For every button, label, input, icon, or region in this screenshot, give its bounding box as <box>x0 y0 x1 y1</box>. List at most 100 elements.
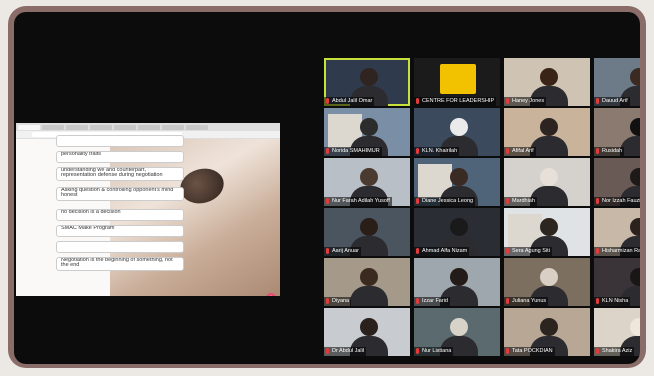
participant-name: Nur Farah Adilah Yusoff <box>324 197 392 206</box>
participant-head <box>630 268 640 286</box>
participant-head <box>360 268 378 286</box>
mic-muted-icon <box>326 98 329 104</box>
answer-text: personality traits <box>61 151 102 157</box>
participant-name: Abdul Jalil Omar <box>324 97 375 106</box>
browser-tab[interactable] <box>42 125 64 130</box>
answer-card: SMAC Make Program <box>56 225 184 237</box>
participant-tile[interactable]: Juliana Yunus <box>504 258 590 306</box>
browser-tab[interactable] <box>90 125 112 130</box>
answer-text: Asking question & controlling opponent's… <box>61 187 174 199</box>
browser-tab[interactable] <box>162 125 184 130</box>
participant-name: CENTRE FOR LEADERSHIP <box>414 97 497 106</box>
participant-name-text: KLN. Khairilah <box>422 148 458 154</box>
participant-tile[interactable]: KLN Nisha <box>594 258 640 306</box>
participant-name: Shakira Aziz <box>594 347 635 356</box>
add-button[interactable]: + <box>266 293 276 296</box>
participant-name-text: Ahmad Alfa Nizam <box>422 248 468 254</box>
participant-name-text: Sera Agung Siti <box>512 248 550 254</box>
participant-name-text: Aarij Anuar <box>332 248 359 254</box>
mic-muted-icon <box>416 298 419 304</box>
mic-muted-icon <box>506 148 509 154</box>
participant-tile[interactable]: Mardhiah <box>504 158 590 206</box>
participant-name: Juliana Yunus <box>504 297 549 306</box>
browser-tab[interactable] <box>138 125 160 130</box>
participant-tile[interactable]: Aarij Anuar <box>324 208 410 256</box>
participant-head <box>450 118 468 136</box>
participant-tile[interactable]: Norida SMAHIMUR <box>324 108 410 156</box>
participant-tile[interactable]: Ahmad Alfa Nizam <box>414 208 500 256</box>
participant-head <box>450 218 468 236</box>
participant-head <box>450 168 468 186</box>
participant-name-text: Hisharmizan Rao <box>602 248 640 254</box>
mic-muted-icon <box>326 248 329 254</box>
answer-card: personality traits <box>56 151 184 163</box>
participant-name: Dauud Arif <box>594 97 630 106</box>
participant-name: KLN Nisha <box>594 297 631 306</box>
answer-card: Asking question & controlling opponent's… <box>56 187 184 201</box>
participant-tile[interactable]: Nur Farah Adilah Yusoff <box>324 158 410 206</box>
participant-tile[interactable]: Dauud Arif <box>594 58 640 106</box>
mic-muted-icon <box>326 148 329 154</box>
mic-muted-icon <box>326 348 329 354</box>
participant-name: Afifal Arif <box>504 147 536 156</box>
mic-muted-icon <box>506 348 509 354</box>
participant-tile[interactable]: Diyana <box>324 258 410 306</box>
participant-head <box>360 118 378 136</box>
participant-head <box>630 318 640 336</box>
participant-name: Sera Agung Siti <box>504 247 552 256</box>
mic-muted-icon <box>416 98 419 104</box>
participant-tile[interactable]: Haney Jones <box>504 58 590 106</box>
participant-name: Nor Izzah Fauzi <box>594 197 640 206</box>
participant-tile[interactable]: Hisharmizan Rao <box>594 208 640 256</box>
participant-name-text: CENTRE FOR LEADERSHIP <box>422 98 495 104</box>
answer-text: no decision is a decision <box>61 209 121 215</box>
browser-tab[interactable] <box>18 125 40 130</box>
participant-name-text: Abdul Jalil Omar <box>332 98 373 104</box>
participant-tile[interactable]: Dr Abdul Jalil <box>324 308 410 356</box>
participant-tile[interactable]: Rusidah <box>594 108 640 156</box>
participant-name: Norida SMAHIMUR <box>324 147 382 156</box>
participant-tile[interactable]: Diane Jessica Leong <box>414 158 500 206</box>
participant-name-text: Nor Izzah Fauzi <box>602 198 640 204</box>
mic-muted-icon <box>326 198 329 204</box>
answer-card: no decision is a decision <box>56 209 184 221</box>
mic-muted-icon <box>416 198 419 204</box>
answer-text: understanding we and counterpart, repres… <box>61 167 163 179</box>
participant-name-text: Tata POCKDIAN <box>512 348 553 354</box>
answer-card: Negotiation is the beginning of somethin… <box>56 257 184 271</box>
participant-name: Diane Jessica Leong <box>414 197 476 206</box>
participant-tile[interactable]: Abdul Jalil Omar <box>324 58 410 106</box>
participant-name-text: Rusidah <box>602 148 623 154</box>
participant-name-text: Shakira Aziz <box>602 348 633 354</box>
participant-tile[interactable]: Izzar Farid <box>414 258 500 306</box>
participant-head <box>540 68 558 86</box>
organization-logo <box>440 64 476 94</box>
mic-muted-icon <box>416 248 419 254</box>
participant-name: KLN. Khairilah <box>414 147 460 156</box>
browser-tab[interactable] <box>114 125 136 130</box>
shared-screen[interactable]: personality traits understanding we and … <box>16 123 280 296</box>
participant-tile[interactable]: Afifal Arif <box>504 108 590 156</box>
participant-head <box>450 268 468 286</box>
participant-tile[interactable]: Nur Listiana <box>414 308 500 356</box>
participant-head <box>360 68 378 86</box>
browser-tab[interactable] <box>186 125 208 130</box>
participant-head <box>360 168 378 186</box>
participant-tile[interactable]: Sera Agung Siti <box>504 208 590 256</box>
participant-name: Diyana <box>324 297 352 306</box>
participant-tile[interactable]: Tata POCKDIAN <box>504 308 590 356</box>
participant-tile[interactable]: KLN. Khairilah <box>414 108 500 156</box>
participant-head <box>360 318 378 336</box>
participant-name: Haney Jones <box>504 97 547 106</box>
participant-name: Mardhiah <box>504 197 537 206</box>
participant-head <box>630 68 640 86</box>
participant-tile[interactable]: CENTRE FOR LEADERSHIP <box>414 58 500 106</box>
participant-name: Nur Listiana <box>414 347 454 356</box>
browser-tab[interactable] <box>66 125 88 130</box>
participant-name: Aarij Anuar <box>324 247 361 256</box>
participant-name-text: Dr Abdul Jalil <box>332 348 365 354</box>
participant-name: Rusidah <box>594 147 625 156</box>
participant-tile[interactable]: Nor Izzah Fauzi <box>594 158 640 206</box>
participant-tile[interactable]: Shakira Aziz <box>594 308 640 356</box>
meeting-window: personality traits understanding we and … <box>14 12 640 364</box>
